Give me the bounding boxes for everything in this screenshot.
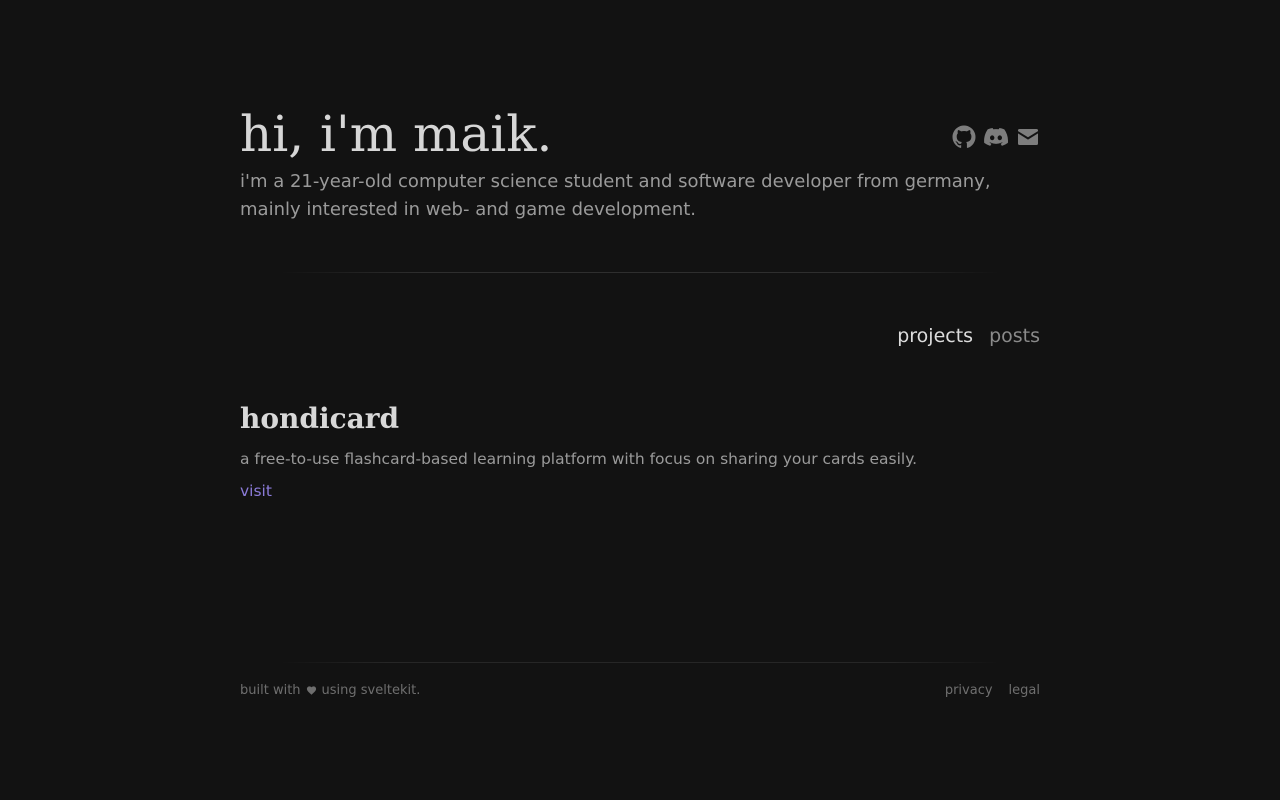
mail-icon[interactable] xyxy=(1016,125,1040,149)
project-card: hondicard a free-to-use flashcard-based … xyxy=(240,400,1040,502)
heart-icon xyxy=(306,685,317,696)
privacy-link[interactable]: privacy xyxy=(945,683,993,698)
intro-text: i'm a 21-year-old computer science stude… xyxy=(240,171,991,220)
footer-links: privacy legal xyxy=(945,683,1040,698)
github-icon[interactable] xyxy=(952,125,976,149)
page-title: hi, i'm maik. xyxy=(240,105,553,163)
footer-built-prefix: built with xyxy=(240,683,301,698)
discord-icon[interactable] xyxy=(984,125,1008,149)
legal-link[interactable]: legal xyxy=(1009,683,1040,698)
project-title: hondicard xyxy=(240,402,400,435)
tab-projects[interactable]: projects xyxy=(897,322,973,350)
tab-posts[interactable]: posts xyxy=(989,322,1040,350)
header: hi, i'm maik. xyxy=(240,104,1040,164)
project-description: a free-to-use flashcard-based learning p… xyxy=(240,450,918,468)
section-tabs: projects posts xyxy=(897,322,1040,350)
footer: built with using sveltekit. privacy lega… xyxy=(240,683,1040,703)
social-links xyxy=(952,125,1040,149)
project-visit-link[interactable]: visit xyxy=(240,480,272,502)
divider xyxy=(280,272,1000,273)
footer-divider xyxy=(280,662,1000,663)
footer-built-suffix: using sveltekit. xyxy=(321,683,421,698)
footer-credit: built with using sveltekit. xyxy=(240,683,420,698)
